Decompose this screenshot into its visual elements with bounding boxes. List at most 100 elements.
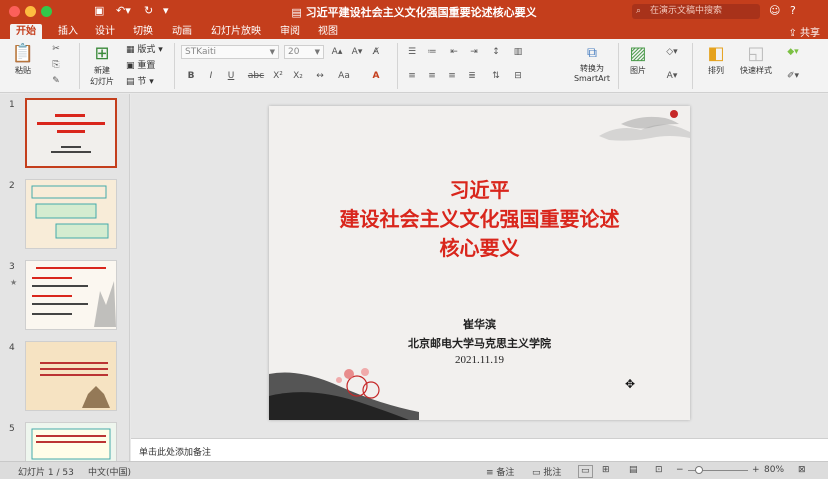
thumbnail-number: 4: [9, 343, 15, 353]
slide-title-line: 建设社会主义文化强国重要论述: [339, 207, 620, 231]
layout-button[interactable]: ▦ 版式 ▾: [126, 42, 163, 55]
fit-to-window-icon[interactable]: ⊠: [798, 465, 806, 475]
format-painter-icon[interactable]: ✎: [48, 74, 64, 88]
ribbon-divider: [79, 43, 80, 89]
slide-sorter-view-icon[interactable]: ⊞: [602, 465, 610, 475]
change-case-icon[interactable]: Aa: [336, 69, 352, 83]
share-button[interactable]: ⇪ 共享: [788, 24, 820, 39]
tab-review[interactable]: 审阅: [274, 24, 306, 39]
bold-icon[interactable]: B: [183, 69, 199, 83]
tab-design[interactable]: 设计: [89, 24, 121, 39]
subscript-icon[interactable]: X₂: [290, 69, 306, 83]
thumbnail-number: 3: [9, 262, 15, 272]
slide-title-line: 核心要义: [439, 236, 520, 260]
line-spacing-icon[interactable]: ↕: [488, 45, 504, 59]
ribbon-divider: [397, 43, 398, 89]
slide-thumbnail[interactable]: [25, 179, 117, 249]
thumbnail-preview: [31, 185, 109, 239]
zoom-out-button[interactable]: −: [676, 465, 684, 475]
slide-editing-area[interactable]: 习近平 建设社会主义文化强国重要论述 核心要义 崔华滨 北京邮电大学马克思主义学…: [131, 94, 828, 438]
search-input[interactable]: ⌕ 在演示文稿中搜索: [632, 4, 760, 19]
section-icon: ▤: [126, 77, 138, 87]
copy-icon[interactable]: ⎘: [48, 58, 64, 72]
align-center-icon[interactable]: ≡: [424, 69, 440, 83]
justify-icon[interactable]: ≣: [464, 69, 480, 83]
underline-icon[interactable]: U: [223, 69, 239, 83]
reset-button[interactable]: ▣ 重置: [126, 58, 155, 71]
align-text-icon[interactable]: ⊟: [510, 69, 526, 83]
language-indicator[interactable]: 中文(中国): [88, 465, 131, 478]
tab-view[interactable]: 视图: [312, 24, 344, 39]
increase-font-icon[interactable]: A▴: [328, 45, 346, 59]
tab-animations[interactable]: 动画: [166, 24, 198, 39]
smartart-icon: ⧉: [587, 45, 597, 61]
search-icon: ⌕: [636, 6, 642, 16]
columns-icon[interactable]: ▥: [510, 45, 526, 59]
picture-button[interactable]: ▨ 图片: [622, 43, 654, 76]
text-direction-icon[interactable]: ⇅: [488, 69, 504, 83]
notes-pane[interactable]: 单击此处添加备注: [131, 438, 828, 461]
slide-canvas[interactable]: 习近平 建设社会主义文化强国重要论述 核心要义 崔华滨 北京邮电大学马克思主义学…: [269, 106, 690, 420]
decrease-font-icon[interactable]: A▾: [348, 45, 366, 59]
font-color-icon[interactable]: A: [368, 69, 384, 83]
tab-slideshow[interactable]: 幻灯片放映: [205, 24, 267, 39]
shape-outline-icon[interactable]: ✐▾: [782, 69, 804, 83]
slide-thumbnail[interactable]: [25, 341, 117, 411]
layout-icon: ▦: [126, 45, 138, 55]
thumbnail-number: 1: [9, 100, 15, 110]
strikethrough-icon[interactable]: abc: [245, 69, 267, 83]
ribbon-divider: [618, 43, 619, 89]
bullets-icon[interactable]: ☰: [404, 45, 420, 59]
shape-fill-icon[interactable]: ◆▾: [782, 45, 804, 59]
zoom-level[interactable]: 80%: [764, 465, 784, 475]
quick-styles-button[interactable]: ◱ 快速样式: [736, 43, 776, 76]
character-spacing-icon[interactable]: ↔: [312, 69, 328, 83]
slide-date[interactable]: 2021.11.19: [269, 354, 690, 366]
font-size-select[interactable]: 20 ▼: [284, 45, 324, 59]
italic-icon[interactable]: I: [203, 69, 219, 83]
shapes-icon[interactable]: ◇▾: [662, 45, 682, 59]
section-button[interactable]: ▤ 节 ▾: [126, 74, 154, 87]
reading-view-icon[interactable]: ▤: [629, 465, 638, 475]
tab-transitions[interactable]: 切换: [127, 24, 159, 39]
notes-toggle-button[interactable]: ≡ 备注: [486, 465, 514, 478]
zoom-slider-thumb[interactable]: [695, 466, 703, 474]
new-slide-button[interactable]: ⊞ 新建 幻灯片: [86, 43, 118, 87]
slideshow-view-icon[interactable]: ⊡: [655, 465, 663, 475]
slide-thumbnail[interactable]: [25, 260, 117, 330]
convert-smartart-button[interactable]: ⧉ 转换为 SmartArt: [570, 43, 614, 83]
document-icon: ▤: [291, 6, 306, 19]
superscript-icon[interactable]: X²: [270, 69, 286, 83]
clear-formatting-icon[interactable]: A̸: [368, 45, 384, 59]
arrange-button[interactable]: ◧ 排列: [700, 43, 732, 76]
slide-author[interactable]: 崔华滨: [269, 316, 690, 332]
cut-icon[interactable]: ✂: [48, 42, 64, 56]
increase-indent-icon[interactable]: ⇥: [466, 45, 482, 59]
tab-insert[interactable]: 插入: [52, 24, 84, 39]
notes-placeholder: 单击此处添加备注: [139, 448, 212, 458]
ribbon-tabs: 开始 插入 设计 切换 动画 幻灯片放映 审阅 视图 ⇪ 共享: [0, 22, 828, 39]
slide-thumbnail-pane[interactable]: 1 2 3 ★ 4 5: [0, 94, 130, 461]
slide-thumbnail[interactable]: [25, 98, 117, 168]
decrease-indent-icon[interactable]: ⇤: [446, 45, 462, 59]
account-icon[interactable]: ☺: [769, 4, 780, 17]
paste-button[interactable]: 📋 粘贴: [8, 43, 38, 76]
zoom-in-button[interactable]: +: [752, 465, 760, 475]
text-box-icon[interactable]: A▾: [662, 69, 682, 83]
align-right-icon[interactable]: ≡: [444, 69, 460, 83]
slide-institution[interactable]: 北京邮电大学马克思主义学院: [269, 335, 690, 351]
numbering-icon[interactable]: ≔: [424, 45, 440, 59]
comments-icon: ▭: [532, 468, 544, 478]
help-icon[interactable]: ?: [790, 4, 796, 17]
thumbnail-preview: [40, 362, 110, 408]
align-left-icon[interactable]: ≡: [404, 69, 420, 83]
slide-thumbnail[interactable]: [25, 422, 117, 461]
tab-home[interactable]: 开始: [10, 24, 42, 39]
zoom-slider[interactable]: [688, 466, 748, 474]
share-icon: ⇪: [788, 28, 800, 39]
slide-title[interactable]: 习近平 建设社会主义文化强国重要论述 核心要义: [269, 176, 690, 263]
normal-view-icon[interactable]: ▭: [578, 465, 593, 478]
comments-toggle-button[interactable]: ▭ 批注: [532, 465, 561, 478]
font-name-select[interactable]: STKaiti ▼: [181, 45, 279, 59]
title-bar: ▣ ↶▾ ↻ ▾ ▤ 习近平建设社会主义文化强国重要论述核心要义 ⌕ 在演示文稿…: [0, 0, 828, 22]
